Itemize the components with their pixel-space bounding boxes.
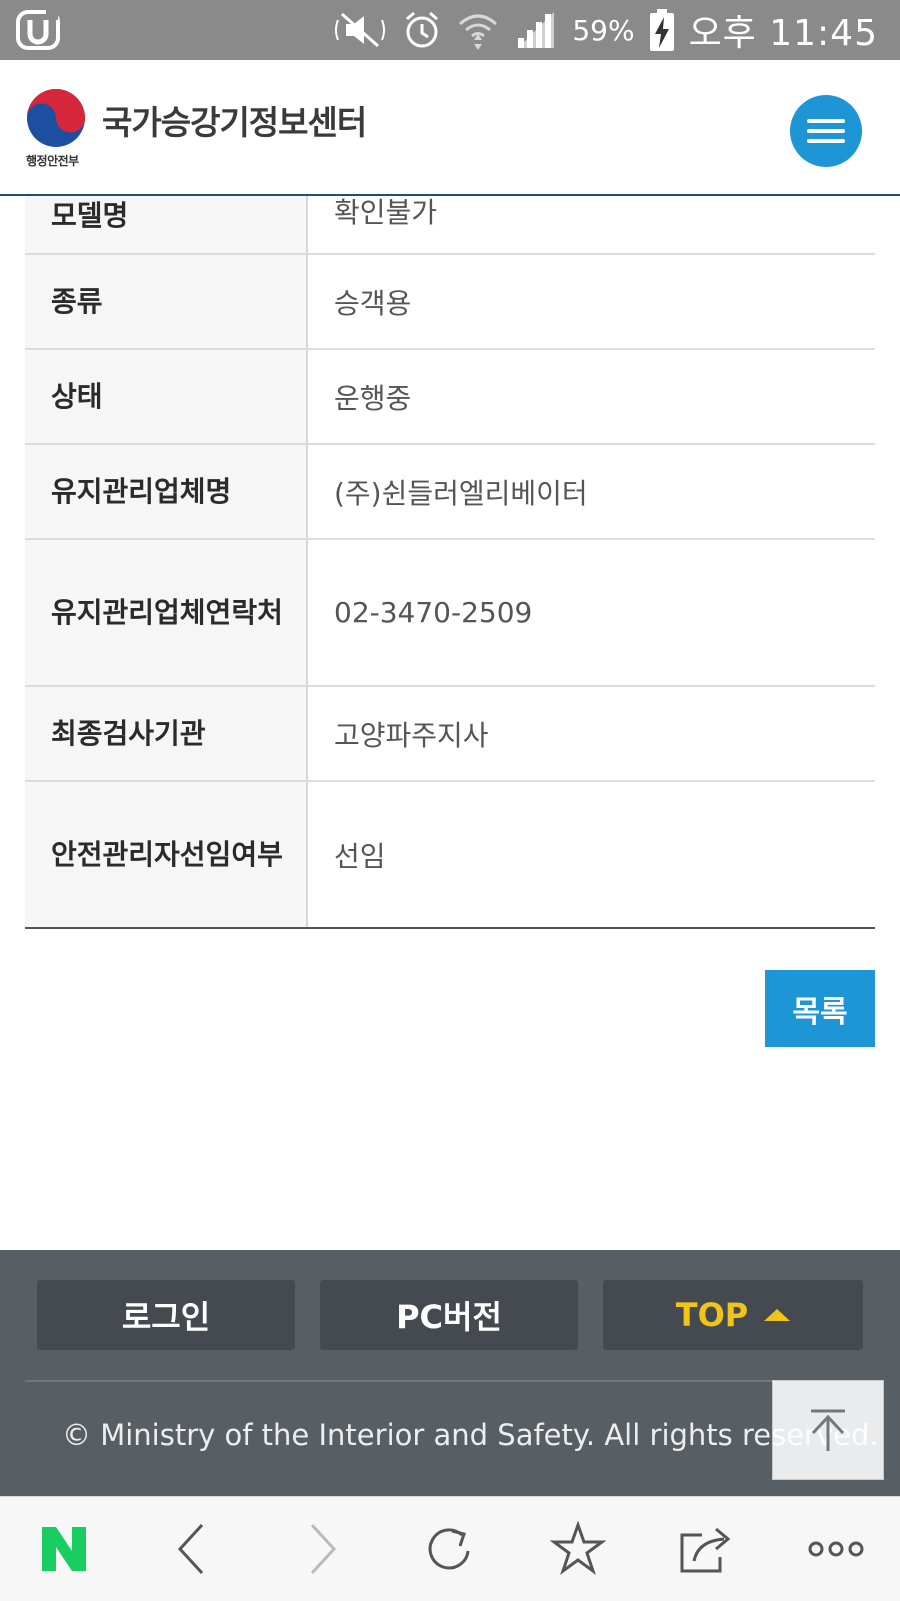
site-header: 행정안전부 국가승강기정보센터 — [0, 60, 900, 196]
bookmark-star-icon[interactable] — [546, 1517, 610, 1581]
table-row: 유지관리업체명 (주)쉰들러엘리베이터 — [25, 444, 875, 540]
row-value: (주)쉰들러엘리베이터 — [307, 444, 875, 540]
taegeuk-emblem-icon[interactable] — [26, 88, 86, 148]
row-label: 최종검사기관 — [25, 686, 308, 782]
clock-time: 오후 11:45 — [688, 13, 878, 54]
scroll-to-top-icon — [811, 1409, 845, 1451]
hamburger-menu-icon — [807, 119, 845, 123]
alarm-icon — [402, 0, 442, 60]
signal-icon — [514, 0, 558, 60]
row-label: 유지관리업체명 — [25, 444, 308, 540]
copyright-text: © Ministry of the Interior and Safety. A… — [62, 1418, 879, 1452]
battery-charging-icon — [649, 0, 675, 60]
login-button[interactable]: 로그인 — [37, 1280, 295, 1350]
mute-icon — [332, 0, 388, 60]
pc-version-button[interactable]: PC버전 — [320, 1280, 578, 1350]
naver-n-icon[interactable] — [32, 1517, 96, 1581]
table-row: 상태 운행중 — [25, 349, 875, 445]
row-value: 고양파주지사 — [307, 686, 875, 782]
site-title[interactable]: 국가승강기정보센터 — [102, 96, 367, 144]
row-value: 운행중 — [307, 349, 875, 445]
forward-icon[interactable] — [290, 1517, 354, 1581]
wifi-icon — [456, 0, 500, 60]
footer-divider — [25, 1380, 875, 1382]
row-label: 안전관리자선임여부 — [25, 781, 308, 929]
row-label: 종류 — [25, 254, 308, 350]
top-button[interactable]: TOP — [603, 1280, 863, 1350]
elevator-info-table: 모델명 확인불가 종류 승객용 상태 운행중 유지관리업체명 (주)쉰들러엘리베… — [25, 180, 875, 929]
row-label: 유지관리업체연락처 — [25, 539, 308, 687]
site-footer: 로그인 PC버전 TOP © Ministry of the Interior … — [0, 1250, 900, 1496]
hamburger-menu-button[interactable] — [790, 95, 862, 167]
row-value: 승객용 — [307, 254, 875, 350]
table-row: 종류 승객용 — [25, 254, 875, 350]
battery-percent: 59% — [572, 13, 635, 47]
top-label: TOP — [675, 1296, 749, 1334]
browser-toolbar — [0, 1496, 900, 1601]
carrier-u-icon — [16, 8, 64, 52]
hamburger-line — [807, 129, 845, 133]
table-row: 유지관리업체연락처 02-3470-2509 — [25, 539, 875, 687]
hamburger-line — [807, 139, 845, 143]
table-row: 최종검사기관 고양파주지사 — [25, 686, 875, 782]
table-row: 안전관리자선임여부 선임 — [25, 781, 875, 929]
reload-icon[interactable] — [418, 1517, 482, 1581]
row-value[interactable]: 02-3470-2509 — [307, 539, 875, 687]
row-label: 상태 — [25, 349, 308, 445]
list-button[interactable]: 목록 — [765, 970, 875, 1047]
caret-up-icon — [764, 1309, 791, 1321]
scroll-to-top-button[interactable] — [772, 1380, 884, 1480]
ministry-logo-text: 행정안전부 — [26, 154, 79, 168]
more-icon[interactable] — [804, 1517, 868, 1581]
status-bar: 59% 오후 11:45 — [0, 0, 900, 60]
back-icon[interactable] — [160, 1517, 224, 1581]
share-icon[interactable] — [674, 1517, 738, 1581]
row-value: 선임 — [307, 781, 875, 929]
